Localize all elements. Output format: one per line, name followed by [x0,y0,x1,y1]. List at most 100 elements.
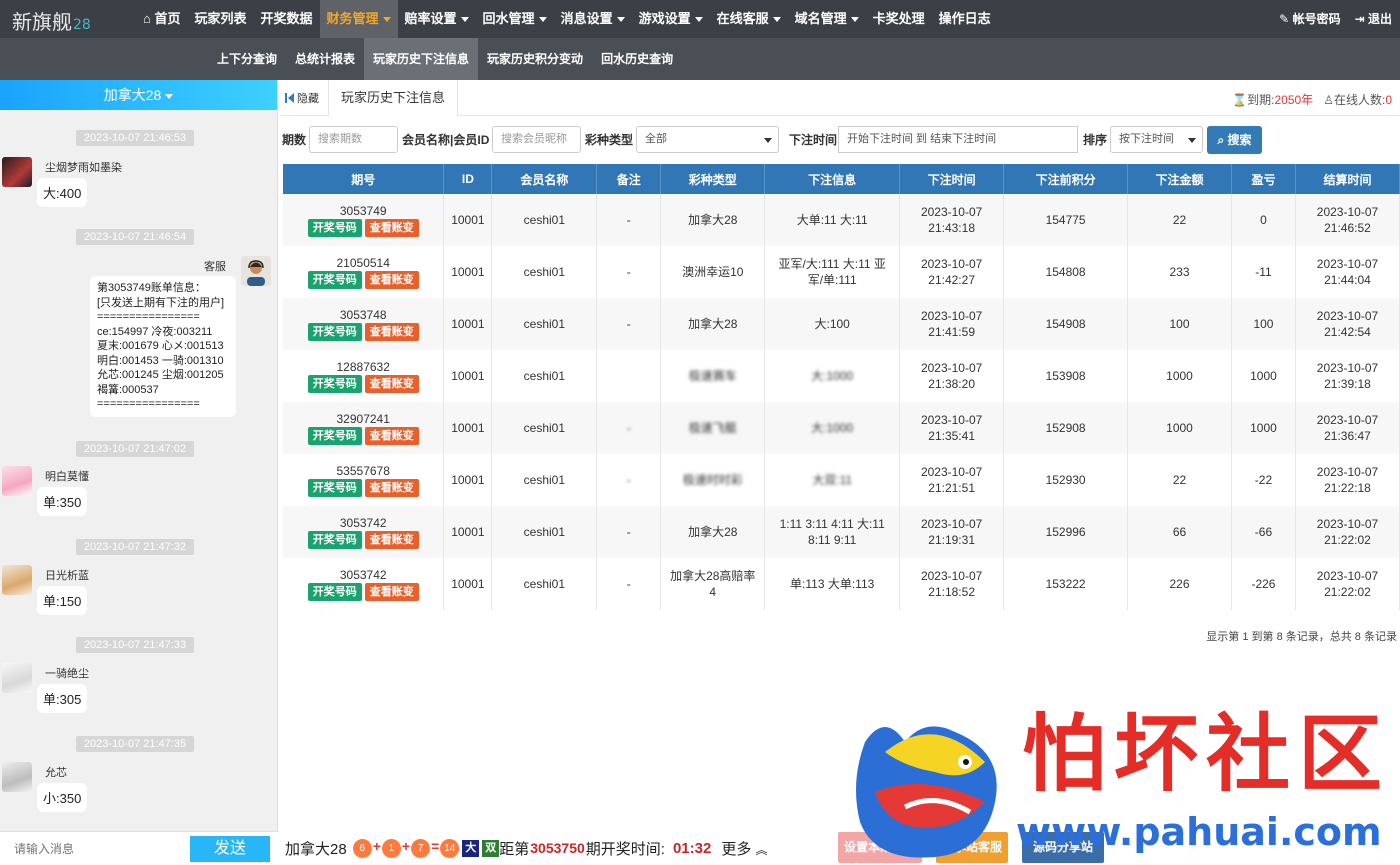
chevron-down-icon [165,93,174,99]
period-search-input[interactable]: 搜索期数 [309,126,398,153]
view-draw-number-button[interactable]: 开奖号码 [307,271,362,289]
nav-item-2[interactable]: 开奖数据 [254,0,320,38]
message-username: 日光析蓝 [45,570,89,582]
chevron-up-icon: ︽ [755,842,768,857]
view-account-changes-button[interactable]: 查看账变 [364,375,419,393]
nav-item-label: 开奖数据 [260,11,313,26]
member-value: ceshi01 [523,265,566,279]
column-header[interactable]: 会员名称 [491,164,598,194]
more-toggle[interactable]: 更多 ︽ [721,838,767,859]
period-number: 53557678 [336,464,390,478]
nav-item-10[interactable]: 卡奖处理 [866,0,932,38]
view-draw-number-button[interactable]: 开奖号码 [307,531,362,549]
column-header[interactable]: 备注 [596,164,662,194]
sort-select[interactable]: 按下注时间 [1110,126,1203,153]
result-ball: 6 [352,839,372,858]
view-account-changes-button[interactable]: 查看账变 [364,583,419,601]
filter-bar: 期数 搜索期数 会员名称|会员ID 搜索会员昵称 彩种类型 全部 下注时间 开始… [279,124,1400,156]
view-draw-number-button[interactable]: 开奖号码 [307,479,362,497]
view-draw-number-button[interactable]: 开奖号码 [307,427,362,445]
nav-item-4[interactable]: 赔率设置 [398,0,476,38]
tab-bar: 隐藏 玩家历史下注信息 ⌛到期:2050年 ♙在线人数:0 [279,80,1400,116]
bet_time-value: 2023-10-07 21:43:18 [920,205,983,235]
view-draw-number-button[interactable]: 开奖号码 [307,583,362,601]
amount-value: 22 [1172,213,1187,227]
lottery-type-select[interactable]: 全部 [636,126,779,153]
column-header[interactable]: 下注信息 [764,164,901,194]
subnav-item-2[interactable]: 玩家历史下注信息 [364,38,479,80]
note-cell: - [596,558,662,610]
bet_time-cell: 2023-10-07 21:41:59 [899,298,1005,350]
avatar[interactable] [2,663,32,693]
chat-message-input[interactable] [0,832,182,865]
nav-item-label: 赔率设置 [404,11,457,26]
nav-item-0[interactable]: ⌂ 首页 [136,0,187,38]
note-value: - [626,265,631,279]
view-account-changes-button[interactable]: 查看账变 [364,479,419,497]
avatar[interactable] [2,762,32,792]
subnav-item-3[interactable]: 玩家历史积分变动 [478,38,592,80]
nav-item-1[interactable]: 玩家列表 [187,0,253,38]
account-password-link[interactable]: ✎ 帐号密码 [1279,0,1340,38]
view-account-changes-button[interactable]: 查看账变 [364,271,419,289]
avatar[interactable] [241,256,271,286]
avatar[interactable] [2,565,32,595]
view-draw-number-button[interactable]: 开奖号码 [307,375,362,393]
subnav-item-0[interactable]: 上下分查询 [208,38,286,80]
view-draw-number-button[interactable]: 开奖号码 [307,323,362,341]
bet_time-cell: 2023-10-07 21:42:27 [899,246,1005,298]
pl-value: 100 [1253,317,1274,331]
subnav-item-4[interactable]: 回水历史查询 [592,38,682,80]
view-account-changes-button[interactable]: 查看账变 [364,531,419,549]
brand-logo[interactable]: 新旗舰28 [12,6,91,35]
chat-room-name: 加拿大28 [103,87,162,103]
hide-sidebar-button[interactable]: 隐藏 [285,90,319,106]
bet-value: 大:1000 [811,369,854,383]
member-search-input[interactable]: 搜索会员昵称 [492,126,581,153]
bet-cell: 大:100 [764,298,901,350]
member-cell: ceshi01 [491,194,598,246]
result-ball: 7 [411,839,431,858]
amount-value: 100 [1169,317,1190,331]
bet-time-range-input[interactable]: 开始下注时间 到 结束下注时间 [838,126,1078,153]
nav-item-7[interactable]: 游戏设置 [632,0,710,38]
tab-bet-history[interactable]: 玩家历史下注信息 [328,80,459,116]
view-account-changes-button[interactable]: 查看账变 [364,427,419,445]
chat-messages[interactable]: 2023-10-07 21:46:53 尘烟梦雨如墨染 大:400 2023-1… [0,110,277,831]
bet_time-value: 2023-10-07 21:38:20 [920,361,983,391]
nav-item-label: 域名管理 [794,11,847,26]
send-button[interactable]: 发送 [190,836,270,862]
column-header[interactable]: 彩种类型 [660,164,766,194]
nav-item-5[interactable]: 回水管理 [476,0,554,38]
column-header[interactable]: 下注前积分 [1003,164,1129,194]
column-header[interactable]: 下注金额 [1127,164,1232,194]
view-account-changes-button[interactable]: 查看账变 [364,323,419,341]
top-navbar: 新旗舰28 ⌂ 首页 玩家列表 开奖数据 财务管理 赔率设置 回水管理 消息设置 游戏设置 在线… [0,0,1400,38]
column-header[interactable]: 结算时间 [1295,164,1400,194]
nav-item-9[interactable]: 域名管理 [788,0,866,38]
avatar[interactable] [2,157,32,187]
column-header[interactable]: ID [443,164,493,194]
member-cell: ceshi01 [491,454,598,506]
logout-link[interactable]: ⇥ 退出 [1355,0,1392,38]
search-button[interactable]: ⌕ 搜索 [1207,126,1262,154]
chat-room-selector[interactable]: 加拿大28 [0,80,277,110]
lottery-cell: 极速飞艇 [660,402,766,454]
next-period: 3053750 [530,840,585,856]
nav-item-8[interactable]: 在线客服 [710,0,788,38]
hourglass-icon: ⌛ [1232,93,1248,107]
nav-item-3[interactable]: 财务管理 [319,0,398,38]
settle-value: 2023-10-07 21:22:02 [1316,569,1379,599]
avatar[interactable] [2,466,32,496]
subnav-item-1[interactable]: 总统计报表 [286,38,364,80]
column-header[interactable]: 期号 [283,164,445,194]
column-header[interactable]: 下注时间 [899,164,1005,194]
view-draw-number-button[interactable]: 开奖号码 [307,219,362,237]
nav-item-6[interactable]: 消息设置 [554,0,632,38]
pagination-info: 显示第 1 到第 8 条记录，总共 8 条记录 [1206,631,1397,643]
column-header[interactable]: 盈亏 [1231,164,1296,194]
period-number: 21050514 [336,256,390,270]
view-account-changes-button[interactable]: 查看账变 [364,219,419,237]
nav-item-11[interactable]: 操作日志 [932,0,998,38]
bet_time-cell: 2023-10-07 21:35:41 [899,402,1005,454]
